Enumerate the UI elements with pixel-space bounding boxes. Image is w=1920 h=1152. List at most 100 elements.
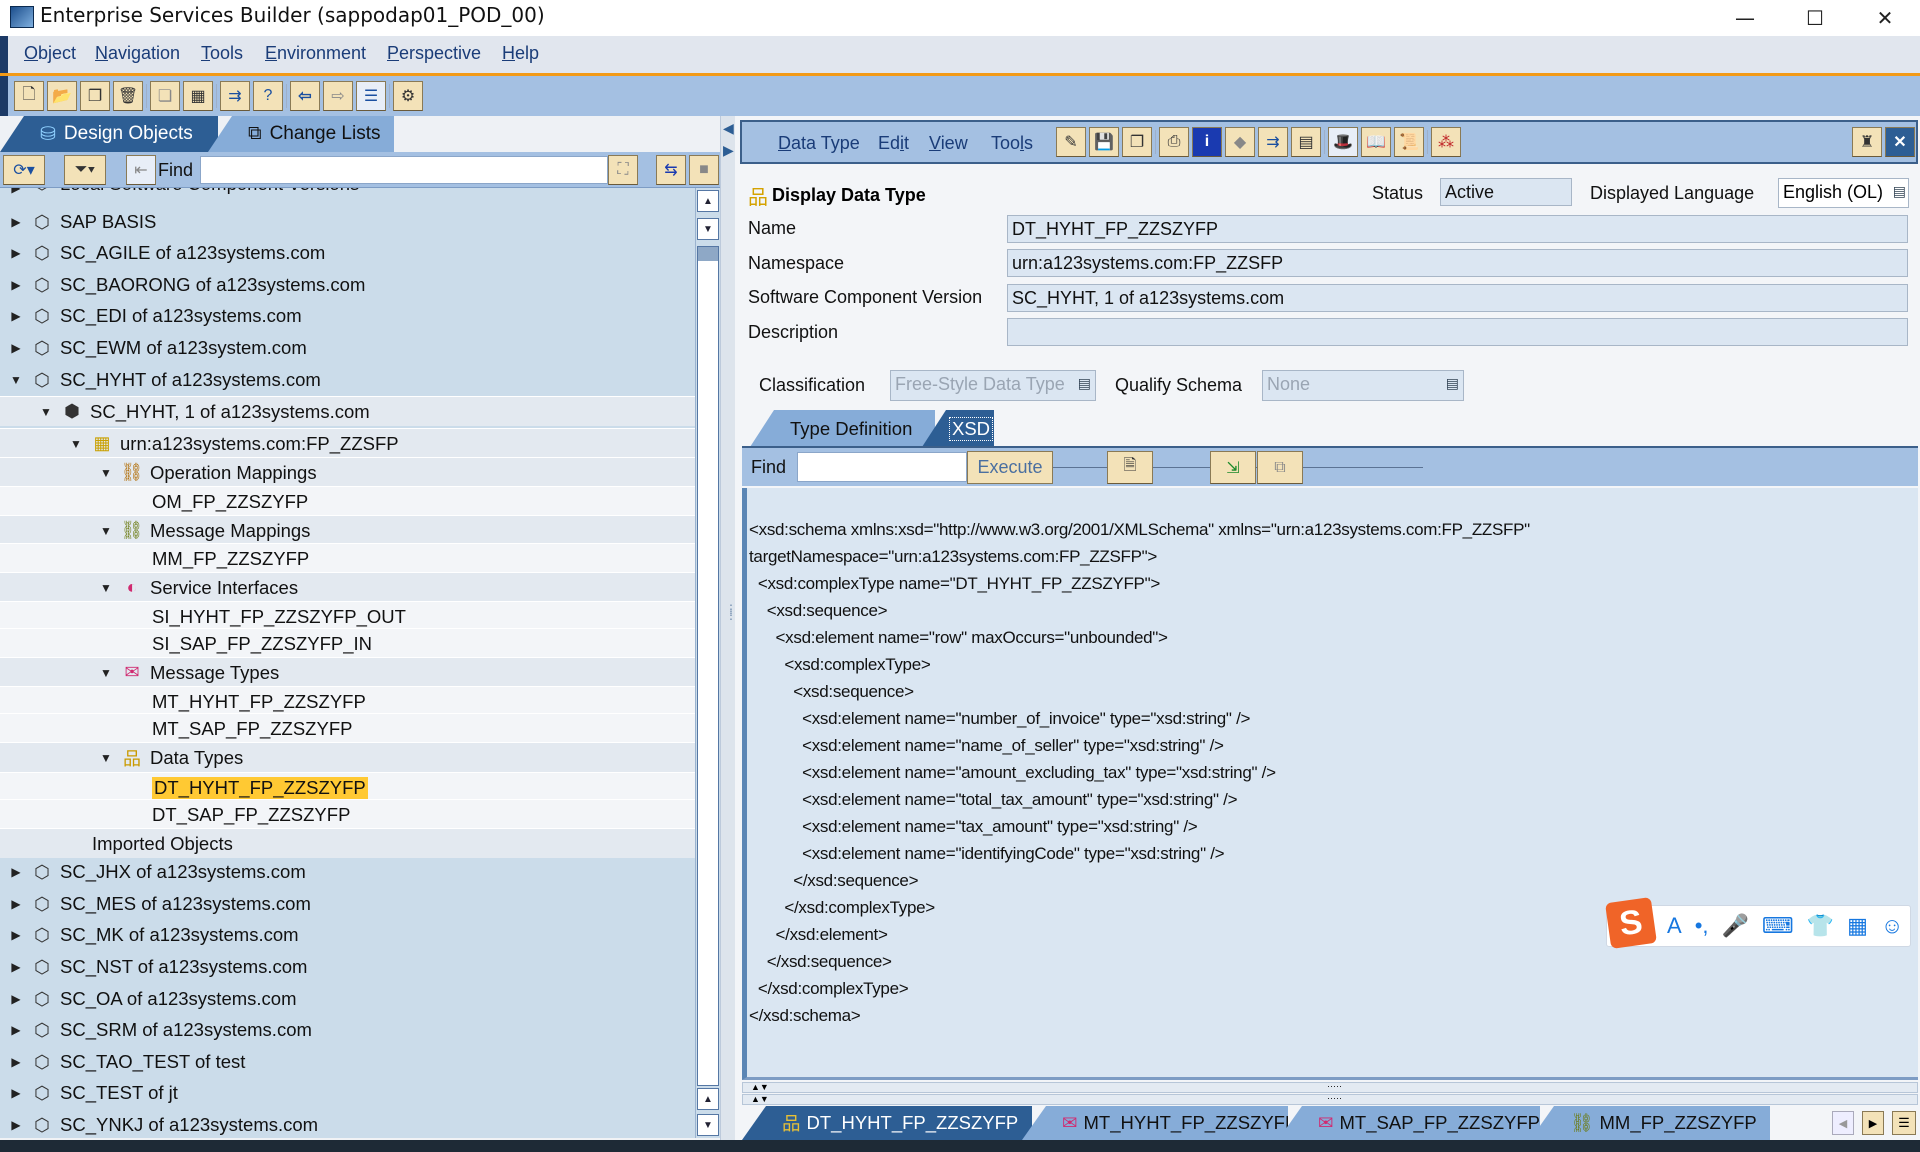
tree-leaf-item[interactable]: MT_HYHT_FP_ZZSZYFP	[0, 686, 695, 716]
expand-arrow-icon[interactable]: ▶	[8, 1086, 24, 1100]
ime-punctuation-icon[interactable]: •,	[1695, 913, 1709, 939]
tabs-scroll-left[interactable]: ◀	[1832, 1111, 1854, 1135]
expand-arrow-icon[interactable]: ▶	[8, 188, 24, 195]
menu-navigation[interactable]: Navigation	[95, 43, 180, 64]
refresh-dropdown-icon[interactable]: ⟳▾	[3, 155, 45, 185]
ime-apps-icon[interactable]: ▦	[1847, 913, 1868, 939]
collapse-arrow-icon[interactable]: ▼	[98, 581, 114, 595]
close-button[interactable]: ✕	[1850, 0, 1920, 36]
back-icon[interactable]: ⇦	[290, 81, 320, 111]
xsd-source-view[interactable]: <xsd:schema xmlns:xsd="http://www.w3.org…	[742, 488, 1918, 1080]
tab-change-lists[interactable]: ⧉ Change Lists	[208, 116, 394, 152]
tree-leaf-item[interactable]: SI_HYHT_FP_ZZSZYFP_OUT	[0, 601, 695, 631]
xsd-find-input[interactable]	[797, 452, 967, 482]
minimize-button[interactable]: —	[1710, 0, 1780, 36]
tree-node[interactable]: ▼ ⛓ Operation Mappings	[0, 457, 695, 487]
tree-leaf-item[interactable]: DT_SAP_FP_ZZSZYFP	[0, 799, 695, 829]
navigate-icon[interactable]: ⇉	[1258, 127, 1288, 157]
info-icon[interactable]: i	[1192, 127, 1222, 157]
scroll-down-button[interactable]: ▼	[697, 218, 719, 240]
navigate-icon[interactable]: ⇉	[220, 81, 250, 111]
tree-node[interactable]: ▼ ⛓ Message Mappings	[0, 515, 695, 545]
settings-icon[interactable]: ⚙	[393, 81, 423, 111]
tree-node[interactable]: ▼ ✉ Message Types	[0, 657, 695, 687]
tree-node[interactable]: ▶ ⬡ SC_TAO_TEST of test	[0, 1047, 695, 1077]
copy-icon[interactable]: ❐	[80, 81, 110, 111]
qualify-schema-select[interactable]: None ▤	[1262, 370, 1464, 401]
tree-node[interactable]: ▶ ⬡ SC_MK of a123systems.com	[0, 920, 695, 950]
edit-pencil-icon[interactable]: ✎	[1056, 127, 1086, 157]
hat-icon[interactable]: 🎩	[1328, 127, 1358, 157]
tree-scrollbar[interactable]: ▲ ▼ ▲ ▼	[695, 188, 720, 1138]
ime-microphone-icon[interactable]: 🎤	[1722, 913, 1749, 939]
editor-menu-edit[interactable]: Edit	[878, 133, 909, 154]
description-field[interactable]	[1007, 318, 1908, 346]
tree-leaf-item[interactable]: DT_HYHT_FP_ZZSZYFP	[0, 772, 695, 802]
expand-arrow-icon[interactable]: ▶	[8, 1055, 24, 1069]
name-field[interactable]: DT_HYHT_FP_ZZSZYFP	[1007, 215, 1908, 243]
panel-splitter[interactable]: ◀ ▶ ⋮ ⋮	[720, 116, 737, 1140]
print-icon[interactable]: ⎙	[1159, 127, 1189, 157]
scroll-up-button-bottom[interactable]: ▲	[697, 1088, 719, 1110]
ime-avatar-icon[interactable]: ☺	[1881, 913, 1903, 939]
copy-object-icon[interactable]: ❐	[1122, 127, 1152, 157]
tabs-list-icon[interactable]: ☰	[1892, 1111, 1916, 1135]
collapse-arrow-icon[interactable]: ▼	[8, 373, 24, 387]
open-tab-mt-hyht[interactable]: ✉ MT_HYHT_FP_ZZSZYFP	[1022, 1106, 1288, 1140]
menu-help[interactable]: Help	[502, 43, 539, 64]
menu-tools[interactable]: Tools	[201, 43, 243, 64]
expand-arrow-icon[interactable]: ▶	[8, 928, 24, 942]
ime-keyboard-icon[interactable]: ⌨	[1762, 913, 1794, 939]
collapse-arrow-icon[interactable]: ▼	[98, 524, 114, 538]
tree-node[interactable]: ▶ ⬡ SC_NST of a123systems.com	[0, 952, 695, 982]
where-used-icon[interactable]: ?	[253, 81, 283, 111]
tree-node[interactable]: ▶ ⬡ SC_SRM of a123systems.com	[0, 1015, 695, 1045]
open-icon[interactable]: 📂	[47, 81, 77, 111]
new-icon[interactable]: 🗋	[14, 81, 44, 111]
tree-node[interactable]: ▶ ⬡ SC_JHX of a123systems.com	[0, 857, 695, 887]
expand-arrow-icon[interactable]: ▶	[8, 309, 24, 323]
filter-dropdown-icon[interactable]: ⏷▾	[64, 155, 106, 185]
expand-arrow-icon[interactable]: ▶	[8, 246, 24, 260]
tree-node[interactable]: ▶ ⬡ SC_TEST of jt	[0, 1078, 695, 1108]
compare-icon[interactable]: ▤	[1291, 127, 1321, 157]
save-icon[interactable]: 💾	[1089, 127, 1119, 157]
namespace-field[interactable]: urn:a123systems.com:FP_ZZSFP	[1007, 249, 1908, 277]
molecule-icon[interactable]: ⁂	[1431, 127, 1461, 157]
expand-arrow-icon[interactable]: ▶	[8, 215, 24, 229]
expand-arrow-icon[interactable]: ▶	[8, 992, 24, 1006]
check-icon[interactable]: ◆	[1225, 127, 1255, 157]
collapse-arrow-icon[interactable]: ▼	[98, 751, 114, 765]
tree-node[interactable]: ▼ ⬡ SC_HYHT of a123systems.com	[0, 365, 695, 395]
tree-node[interactable]: ▼ ▦ urn:a123systems.com:FP_ZZSFP	[0, 428, 695, 458]
tree-node[interactable]: ▼ 品 Data Types	[0, 742, 695, 772]
delete-icon[interactable]: 🗑	[113, 81, 143, 111]
tree-node[interactable]: ▶ ⬡ SC_OA of a123systems.com	[0, 984, 695, 1014]
navigator-find-input[interactable]	[200, 156, 608, 184]
binoculars-icon[interactable]: ⛶	[608, 155, 638, 185]
ime-skin-icon[interactable]: 👕	[1807, 913, 1834, 939]
tree-node[interactable]: ▶ ⬡ SC_EWM of a123system.com	[0, 333, 695, 363]
editor-menu-tools[interactable]: Tools	[991, 133, 1033, 154]
collapse-left-icon[interactable]: ◀	[723, 120, 734, 137]
expand-arrow-icon[interactable]: ▶	[8, 1118, 24, 1132]
maximize-button[interactable]: ☐	[1780, 0, 1850, 36]
tree-node[interactable]: ▶ ⬡ SC_YNKJ of a123systems.com	[0, 1110, 695, 1138]
tree-leaf-item[interactable]: MT_SAP_FP_ZZSZYFP	[0, 713, 695, 743]
tree-node[interactable]: ▶ ⬡ SC_AGILE of a123systems.com	[0, 238, 695, 268]
editor-menu-view[interactable]: View	[929, 133, 968, 154]
scroll-track[interactable]	[697, 246, 719, 1086]
collapse-arrow-icon[interactable]: ▼	[38, 405, 54, 419]
scroll-up-button[interactable]: ▲	[697, 190, 719, 212]
close-window-icon[interactable]: ▦	[183, 81, 213, 111]
scroll-thumb[interactable]	[698, 247, 718, 261]
copy-disabled-icon[interactable]: ❏	[150, 81, 180, 111]
classification-select[interactable]: Free-Style Data Type ▤	[890, 370, 1096, 401]
language-select[interactable]: English (OL) ▤	[1778, 178, 1909, 208]
export-icon[interactable]: ⇲	[1210, 451, 1256, 484]
open-tab-mt-sap[interactable]: ✉ MT_SAP_FP_ZZSZYFP	[1278, 1106, 1540, 1140]
expand-right-icon[interactable]: ▶	[723, 142, 734, 159]
split-handle-2[interactable]: ▲▼ ·····	[742, 1093, 1918, 1105]
import-icon[interactable]: ⧉	[1257, 451, 1303, 484]
scroll-icon[interactable]: 📜	[1394, 127, 1424, 157]
